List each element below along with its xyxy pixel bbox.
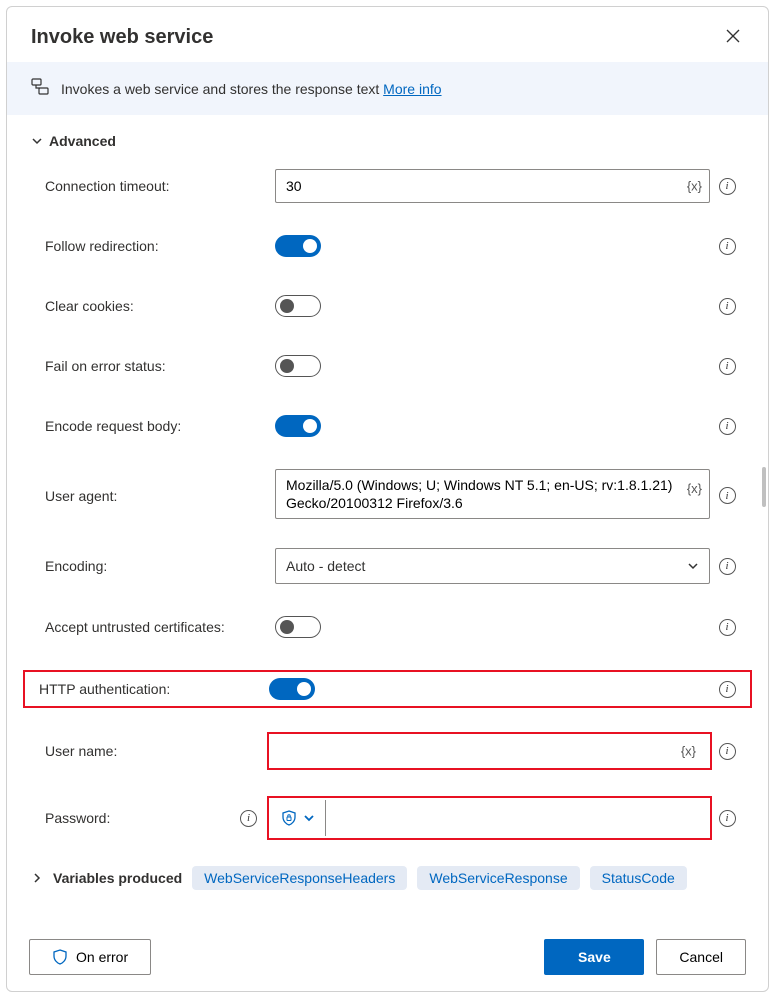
encoding-select[interactable]: Auto - detect: [275, 548, 710, 584]
dialog-title: Invoke web service: [31, 26, 213, 49]
connection-timeout-input[interactable]: [275, 169, 710, 203]
info-icon[interactable]: i: [240, 810, 257, 827]
advanced-section-toggle[interactable]: Advanced: [31, 133, 744, 149]
fail-on-error-label: Fail on error status:: [31, 358, 275, 374]
info-icon[interactable]: i: [719, 178, 736, 195]
http-auth-toggle[interactable]: [269, 678, 315, 700]
fail-on-error-toggle[interactable]: [275, 355, 321, 377]
variables-produced-label[interactable]: Variables produced: [53, 870, 182, 886]
chevron-right-icon[interactable]: [31, 872, 43, 884]
variable-picker-icon[interactable]: {x}: [681, 744, 696, 759]
cancel-button[interactable]: Cancel: [656, 939, 746, 975]
variable-chip[interactable]: StatusCode: [590, 866, 687, 890]
encoding-label: Encoding:: [31, 558, 275, 574]
http-auth-highlight: HTTP authentication:: [23, 670, 752, 708]
advanced-label: Advanced: [49, 133, 116, 149]
info-icon[interactable]: i: [719, 810, 736, 827]
variable-chip[interactable]: WebServiceResponse: [417, 866, 579, 890]
password-input[interactable]: [326, 800, 708, 836]
shield-lock-icon: [281, 810, 297, 826]
close-icon: [726, 29, 740, 43]
password-highlight: [267, 796, 712, 840]
encode-body-label: Encode request body:: [31, 418, 275, 434]
info-icon[interactable]: i: [719, 487, 736, 504]
description-bar: Invokes a web service and stores the res…: [7, 62, 768, 115]
username-highlight: {x}: [267, 732, 712, 770]
user-agent-input[interactable]: [275, 469, 710, 519]
info-icon[interactable]: i: [719, 743, 736, 760]
http-auth-label: HTTP authentication:: [31, 681, 269, 697]
username-label: User name:: [31, 743, 275, 759]
password-type-dropdown[interactable]: [271, 800, 326, 836]
save-button[interactable]: Save: [544, 939, 644, 975]
info-icon[interactable]: i: [719, 418, 736, 435]
chevron-down-icon: [303, 812, 315, 824]
shield-icon: [52, 949, 68, 965]
info-icon[interactable]: i: [719, 238, 736, 255]
description-text: Invokes a web service and stores the res…: [61, 81, 442, 97]
encoding-value: Auto - detect: [286, 558, 365, 574]
clear-cookies-toggle[interactable]: [275, 295, 321, 317]
info-icon[interactable]: i: [719, 619, 736, 636]
chevron-down-icon: [687, 560, 699, 572]
encode-body-toggle[interactable]: [275, 415, 321, 437]
more-info-link[interactable]: More info: [383, 81, 441, 97]
user-agent-label: User agent:: [31, 488, 275, 504]
on-error-button[interactable]: On error: [29, 939, 151, 975]
webservice-icon: [31, 78, 49, 99]
on-error-label: On error: [76, 949, 128, 965]
connection-timeout-label: Connection timeout:: [31, 178, 275, 194]
username-input[interactable]: [275, 738, 704, 764]
scrollbar-thumb[interactable]: [762, 467, 766, 507]
password-label: Password:: [45, 810, 110, 826]
accept-untrusted-label: Accept untrusted certificates:: [31, 619, 275, 635]
info-icon[interactable]: i: [719, 358, 736, 375]
clear-cookies-label: Clear cookies:: [31, 298, 275, 314]
follow-redirection-label: Follow redirection:: [31, 238, 275, 254]
variable-chip[interactable]: WebServiceResponseHeaders: [192, 866, 407, 890]
close-button[interactable]: [722, 25, 744, 50]
info-icon[interactable]: i: [719, 558, 736, 575]
info-icon[interactable]: i: [719, 298, 736, 315]
info-icon[interactable]: i: [719, 681, 736, 698]
follow-redirection-toggle[interactable]: [275, 235, 321, 257]
variable-picker-icon[interactable]: {x}: [687, 179, 702, 194]
accept-untrusted-toggle[interactable]: [275, 616, 321, 638]
variable-picker-icon[interactable]: {x}: [687, 481, 702, 496]
chevron-down-icon: [31, 135, 43, 147]
